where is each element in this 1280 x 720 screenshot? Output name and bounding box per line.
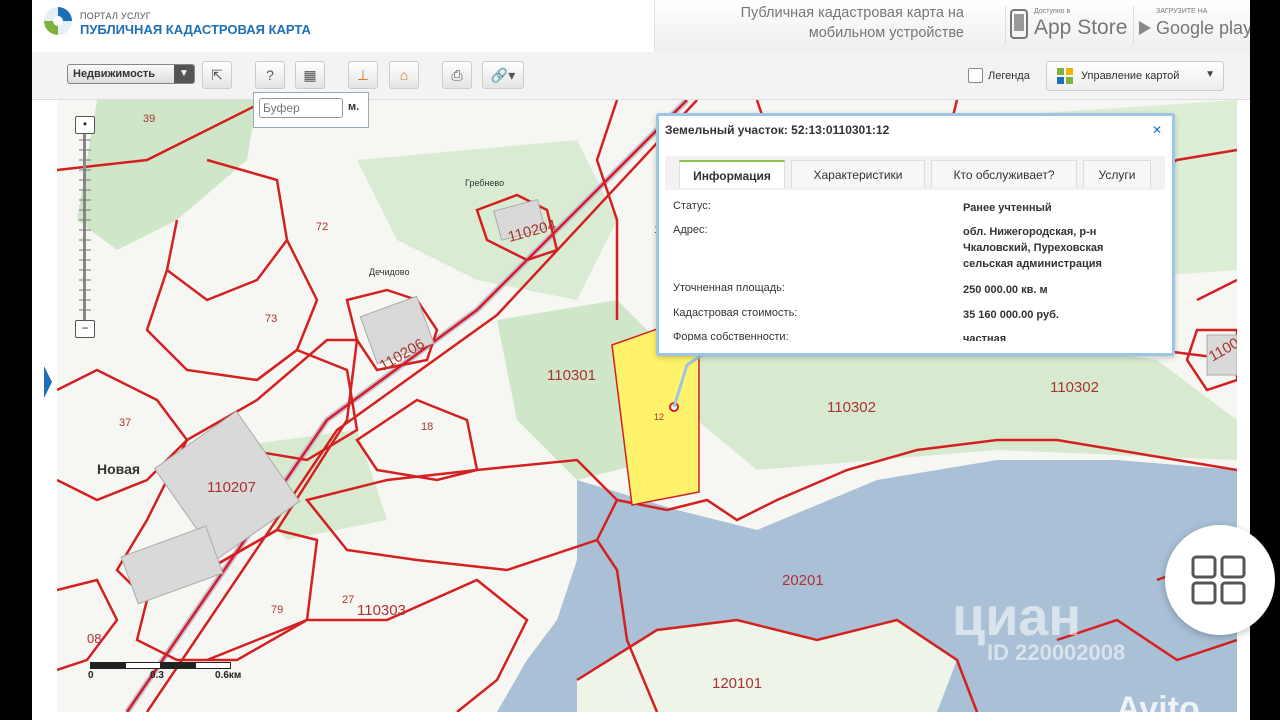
info-value: обл. Нижегородская, р-н Чкаловский, Пуре… xyxy=(963,226,1104,270)
scale-label: 0.3 xyxy=(150,670,164,681)
map-label: 37 xyxy=(119,417,131,429)
search-type-select[interactable]: Недвижимость ▼ xyxy=(67,64,195,84)
appstore-button[interactable]: Доступно в App Store xyxy=(1005,6,1134,44)
area-tool-button[interactable]: ⌂ xyxy=(389,61,419,89)
quarter-label: 120101 xyxy=(712,675,762,692)
popup-title: Земельный участок: 52:13:0110301:12 xyxy=(665,123,890,137)
quarter-label: 110302 xyxy=(827,399,876,416)
layers-tool-button[interactable]: ▦ xyxy=(295,61,325,89)
map-label: 08 xyxy=(87,631,101,646)
portal-title[interactable]: ПУБЛИЧНАЯ КАДАСТРОВАЯ КАРТА xyxy=(80,22,311,37)
print-icon: ⎙ xyxy=(451,67,463,83)
appstore-small-label: Доступно в xyxy=(1034,8,1071,15)
tab-information[interactable]: Информация xyxy=(679,160,785,188)
popup-tabs: Информация Характеристики Кто обслуживае… xyxy=(665,156,1165,190)
info-key: Статус: xyxy=(673,200,711,212)
scale-label: 0.6км xyxy=(215,670,242,681)
googleplay-button[interactable]: ЗАГРУЗИТЕ НА Google play xyxy=(1133,6,1250,44)
chevron-down-icon: ▼ xyxy=(174,65,194,83)
cian-watermark: циан xyxy=(952,587,1082,647)
map-control-label: Управление картой xyxy=(1081,70,1180,82)
parcel-info-popup: Земельный участок: 52:13:0110301:12 ✕ Ин… xyxy=(656,113,1175,356)
scale-segment xyxy=(90,662,126,669)
tab-services[interactable]: Услуги xyxy=(1083,160,1151,188)
quarter-label: 20201 xyxy=(782,572,824,589)
scale-segment xyxy=(195,662,231,669)
print-button[interactable]: ⎙ xyxy=(442,61,472,89)
info-key: Форма собственности: xyxy=(673,331,789,341)
appstore-label: App Store xyxy=(1034,16,1128,39)
portal-logo-icon xyxy=(44,7,72,35)
link-button[interactable]: 🔗▾ xyxy=(482,61,524,89)
ruler-icon: ⊥ xyxy=(356,67,370,83)
portal-subtitle: ПОРТАЛ УСЛУГ xyxy=(80,11,151,21)
quarter-label: 110207 xyxy=(207,479,256,496)
zoom-out-button[interactable]: − xyxy=(75,320,95,338)
map-label: 39 xyxy=(143,113,155,125)
legend-label: Легенда xyxy=(988,70,1030,82)
link-icon: 🔗▾ xyxy=(490,67,516,83)
identify-tool-button[interactable]: ? xyxy=(255,61,285,89)
info-value: 35 160 000.00 руб. xyxy=(963,309,1059,321)
info-key: Адрес: xyxy=(673,224,708,236)
map-label: 12 xyxy=(654,412,664,422)
cadastral-map-window: ПОРТАЛ УСЛУГ ПУБЛИЧНАЯ КАДАСТРОВАЯ КАРТА… xyxy=(32,0,1250,720)
close-icon[interactable]: ✕ xyxy=(1150,123,1164,137)
scale-segment xyxy=(125,662,161,669)
scale-label: 0 xyxy=(88,670,94,681)
layers-icon: ▦ xyxy=(303,67,317,83)
scale-segment xyxy=(160,662,196,669)
zoom-ticks xyxy=(79,139,91,311)
area-icon: ⌂ xyxy=(399,67,409,83)
googleplay-small-label: ЗАГРУЗИТЕ НА xyxy=(1156,8,1208,15)
buffer-panel: м. xyxy=(253,92,369,128)
info-rows: Статус: Ранее учтенный Адрес: обл. Нижег… xyxy=(673,196,1153,341)
apps-grid-button[interactable] xyxy=(1165,525,1275,635)
zoom-control[interactable]: • − xyxy=(75,116,95,342)
chevron-down-icon: ▼ xyxy=(1205,69,1215,80)
tab-characteristics[interactable]: Характеристики xyxy=(791,160,925,188)
cursor-icon: ⇱ xyxy=(211,67,223,83)
map-label: 73 xyxy=(265,313,277,325)
map-label: 72 xyxy=(316,221,328,233)
grid-view-icon xyxy=(1191,555,1246,605)
grid-icon xyxy=(1057,68,1073,84)
quarter-label: 110302 xyxy=(1050,379,1099,396)
zoom-in-button[interactable]: • xyxy=(75,116,95,134)
place-name: Новая xyxy=(97,461,140,477)
place-name: Дечидово xyxy=(369,267,409,277)
tab-who-serves[interactable]: Кто обслуживает? xyxy=(931,160,1077,188)
scale-bar: 0 0.3 0.6км xyxy=(88,658,250,682)
question-icon: ? xyxy=(266,67,274,83)
play-icon xyxy=(1139,21,1151,35)
buffer-unit: м. xyxy=(348,101,360,113)
select-tool-button[interactable]: ⇱ xyxy=(202,61,232,89)
phone-icon xyxy=(1010,9,1028,39)
mobile-apps-text: Публичная кадастровая карта на мобильном… xyxy=(740,5,964,41)
header: ПОРТАЛ УСЛУГ ПУБЛИЧНАЯ КАДАСТРОВАЯ КАРТА… xyxy=(32,0,1250,52)
panel-expand-handle[interactable] xyxy=(42,364,54,400)
search-type-label: Недвижимость xyxy=(73,68,155,80)
map-label: 27 xyxy=(342,594,354,606)
legend-checkbox[interactable] xyxy=(968,68,983,83)
googleplay-label: Google play xyxy=(1156,18,1250,38)
info-value: частная xyxy=(963,333,1007,341)
cian-id-watermark: ID 220002008 xyxy=(987,640,1126,665)
info-value: Ранее учтенный xyxy=(963,202,1052,214)
place-name: Гребнево xyxy=(465,178,504,188)
quarter-label: 110301 xyxy=(547,367,596,384)
avito-watermark: Avito xyxy=(1116,690,1200,720)
measure-tool-button[interactable]: ⊥ xyxy=(348,61,378,89)
map-label: 18 xyxy=(421,421,433,433)
info-key: Уточненная площадь: xyxy=(673,282,785,294)
quarter-label: 110303 xyxy=(357,602,406,619)
map-label: 79 xyxy=(271,604,283,616)
info-value: 250 000.00 кв. м xyxy=(963,284,1048,296)
info-key: Кадастровая стоимость: xyxy=(673,307,798,319)
map-control-dropdown[interactable]: Управление картой ▼ xyxy=(1046,61,1224,91)
buffer-input[interactable] xyxy=(259,98,343,118)
mobile-apps-banner: Публичная кадастровая карта на мобильном… xyxy=(654,0,1250,52)
